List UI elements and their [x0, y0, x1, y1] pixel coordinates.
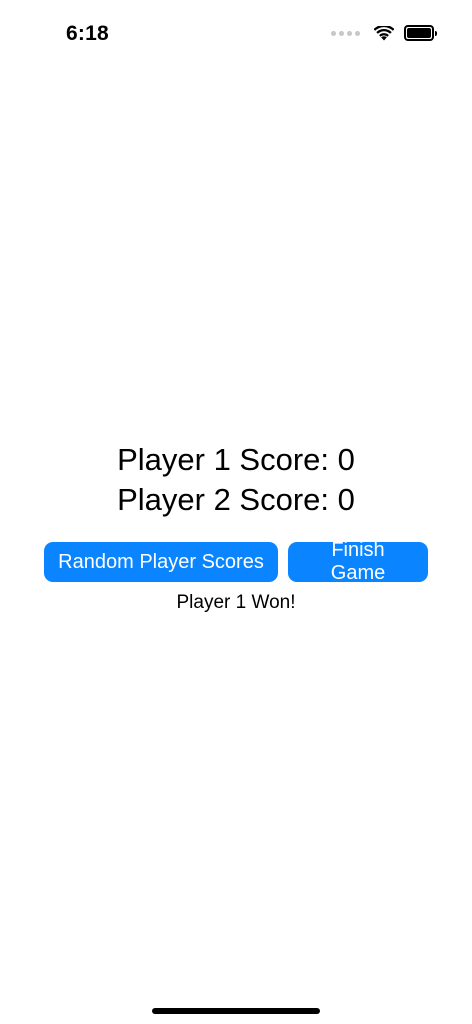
status-time: 6:18 [66, 22, 109, 45]
cellular-dots-icon [331, 30, 360, 36]
status-bar: 6:18 [0, 0, 472, 70]
home-indicator[interactable] [152, 1008, 320, 1014]
player1-score-label: Player 1 Score: 0 [117, 442, 355, 477]
random-player-scores-button[interactable]: Random Player Scores [44, 542, 278, 582]
winner-label: Player 1 Won! [176, 592, 296, 613]
finish-game-button[interactable]: Finish Game [288, 539, 428, 584]
wifi-icon [374, 25, 394, 40]
battery-icon [404, 25, 437, 41]
status-icons [331, 25, 437, 41]
player2-score-label: Player 2 Score: 0 [117, 482, 355, 517]
button-row: Random Player Scores Finish Game [0, 539, 472, 584]
